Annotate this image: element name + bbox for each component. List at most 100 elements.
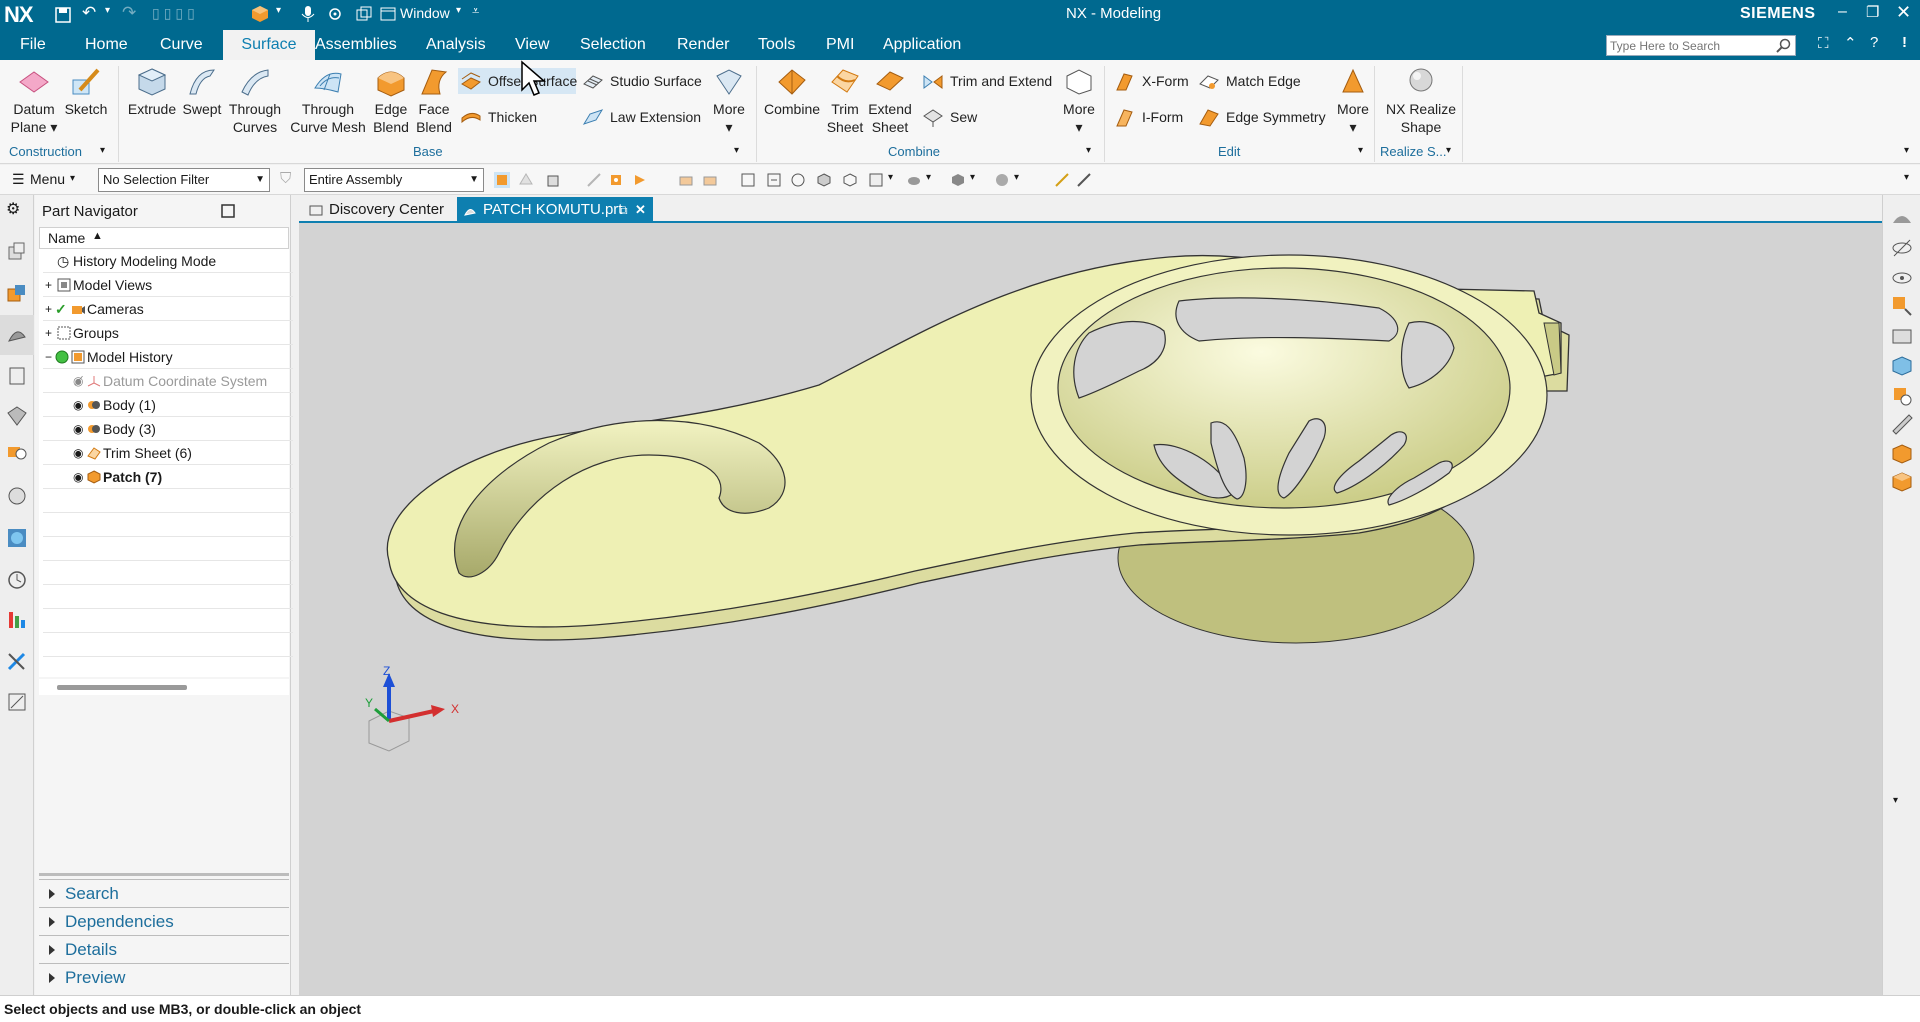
edge-blend-button[interactable]: Edge Blend [370, 66, 412, 136]
clock-icon[interactable] [6, 569, 28, 591]
process-studio-icon[interactable] [6, 609, 28, 631]
block-orange-icon[interactable] [1891, 471, 1913, 493]
close-tab-icon[interactable]: ✕ [635, 197, 646, 223]
dependencies-panel[interactable]: Dependencies [39, 907, 289, 934]
restore-icon[interactable]: ❐ [1866, 3, 1879, 21]
extrude-button[interactable]: Extrude [126, 66, 178, 118]
menu-assemblies[interactable]: Assemblies [307, 34, 405, 56]
roles-icon[interactable] [6, 691, 28, 713]
hd3d-tools-icon[interactable] [6, 405, 28, 427]
microphone-icon[interactable] [300, 5, 316, 23]
thicken-button[interactable]: Thicken [458, 104, 537, 130]
full-screen-icon[interactable]: ⛶ [1818, 35, 1829, 52]
menu-button[interactable]: Menu [30, 171, 65, 187]
redo-icon[interactable]: ↷ [122, 3, 136, 23]
close-icon[interactable]: ✕ [1896, 2, 1911, 23]
check-icon[interactable]: ✓ [55, 297, 67, 321]
command-search-box[interactable] [1606, 35, 1796, 56]
edge-symmetry-button[interactable]: Edge Symmetry [1196, 104, 1326, 130]
tab-discovery-center[interactable]: Discovery Center [303, 197, 453, 223]
expand-icon[interactable]: + [45, 297, 52, 321]
command-search-input[interactable] [1607, 36, 1771, 55]
sketch-button[interactable]: Sketch [64, 66, 108, 118]
graphics-window[interactable]: Z X Y [299, 223, 1882, 995]
base-more-button[interactable]: More ▾ [708, 66, 750, 136]
expand-icon[interactable]: + [45, 321, 52, 345]
selection-scope-dropdown[interactable]: Entire Assembly ▼ [304, 168, 484, 192]
tree-row-cameras[interactable]: + ✓ Cameras [43, 297, 293, 321]
combine-button[interactable]: Combine [762, 66, 822, 118]
menu-file[interactable]: File [12, 34, 54, 56]
help-icon[interactable]: ? [1870, 34, 1878, 51]
construction-group-dropdown-icon[interactable]: ▾ [100, 145, 105, 156]
swept-button[interactable]: Swept [180, 66, 224, 118]
tree-row-body-1[interactable]: ◉ Body (1) [43, 393, 293, 417]
undo-dropdown-icon[interactable]: ▾ [105, 5, 110, 16]
background-icon[interactable] [950, 172, 966, 188]
tree-row-patch[interactable]: ◉ Patch (7) [43, 465, 293, 489]
background-dropdown-icon[interactable]: ▾ [970, 172, 975, 183]
point-on-curve-icon[interactable] [632, 172, 648, 188]
trim-and-extend-button[interactable]: Trim and Extend [920, 68, 1052, 94]
through-curves-button[interactable]: Through Curves [226, 66, 284, 136]
view-zoom-icon[interactable] [766, 172, 782, 188]
show-hide-icon[interactable] [678, 172, 694, 188]
ruler-icon[interactable] [1891, 413, 1913, 435]
menu-application[interactable]: Application [875, 34, 969, 56]
view-rotate-icon[interactable] [790, 172, 806, 188]
part-navigator-icon[interactable] [6, 323, 28, 345]
offset-surface-button[interactable]: Offset Surface [458, 68, 577, 94]
resource-bar-settings-icon[interactable]: ⚙ [6, 199, 28, 221]
scrollbar-thumb[interactable] [57, 685, 187, 690]
tree-row-datum-csys[interactable]: ◉̸ Datum Coordinate System [43, 369, 293, 393]
horizontal-scrollbar[interactable] [39, 679, 289, 695]
i-form-button[interactable]: I-Form [1112, 104, 1183, 130]
tree-row-trim-sheet[interactable]: ◉ Trim Sheet (6) [43, 441, 293, 465]
sew-button[interactable]: Sew [920, 104, 977, 130]
panel-splitter[interactable] [39, 873, 289, 876]
select-feature-icon[interactable] [494, 172, 510, 188]
history-icon[interactable] [6, 485, 28, 507]
tree-row-model-history[interactable]: − Model History [43, 345, 293, 369]
eye-icon[interactable]: ◉ [73, 441, 83, 465]
filter-icon[interactable]: ⛉ [280, 170, 291, 187]
undo-icon[interactable]: ↶ [82, 3, 96, 23]
manufacturing-wizards-icon[interactable] [6, 651, 28, 673]
menu-render[interactable]: Render [669, 34, 737, 56]
hidden-eye-icon[interactable]: ◉̸ [73, 369, 83, 393]
edit-more-button[interactable]: More ▾ [1332, 66, 1374, 136]
combine-group-dropdown-icon[interactable]: ▾ [1086, 145, 1091, 156]
preview-panel[interactable]: Preview [39, 963, 289, 990]
render-style-icon[interactable] [906, 172, 922, 188]
selection-filter-dropdown[interactable]: No Selection Filter ▼ [98, 168, 270, 192]
web-browser-icon[interactable] [6, 441, 28, 463]
shaded-icon[interactable] [816, 172, 832, 188]
base-group-dropdown-icon[interactable]: ▾ [734, 145, 739, 156]
egg-separator-model[interactable] [386, 254, 1570, 644]
window-menu-dropdown-icon[interactable]: ▾ [456, 5, 461, 16]
hide-icon[interactable] [1891, 237, 1913, 259]
minimize-icon[interactable]: – [1838, 3, 1847, 21]
menu-view[interactable]: View [507, 34, 557, 56]
eye-icon[interactable]: ◉ [73, 417, 83, 441]
assembly-navigator-icon[interactable] [6, 241, 28, 263]
wireframe-icon[interactable] [842, 172, 858, 188]
menu-hamburger-icon[interactable]: ☰ [12, 171, 25, 188]
model-canvas[interactable] [299, 223, 1882, 995]
photo-snapshot-icon[interactable] [1891, 325, 1913, 347]
system-materials-icon[interactable] [6, 527, 28, 549]
view-fit-icon[interactable] [740, 172, 756, 188]
combine-more-button[interactable]: More ▾ [1058, 66, 1100, 136]
menu-surface[interactable]: Surface [223, 30, 315, 60]
undock-icon[interactable]: ⧉ [619, 197, 628, 223]
eye-icon[interactable]: ◉ [73, 393, 83, 417]
section-view-dropdown-icon[interactable]: ▾ [1014, 172, 1019, 183]
studio-surface-button[interactable]: Studio Surface [580, 68, 702, 94]
search-icon[interactable] [1776, 38, 1791, 53]
trim-sheet-button[interactable]: Trim Sheet [824, 66, 866, 136]
collapse-icon[interactable]: − [45, 345, 52, 369]
name-column-header[interactable]: Name ▲ [39, 227, 289, 249]
menu-analysis[interactable]: Analysis [418, 34, 494, 56]
window-menu[interactable]: Window [400, 5, 450, 21]
measure-icon[interactable] [1076, 172, 1092, 188]
